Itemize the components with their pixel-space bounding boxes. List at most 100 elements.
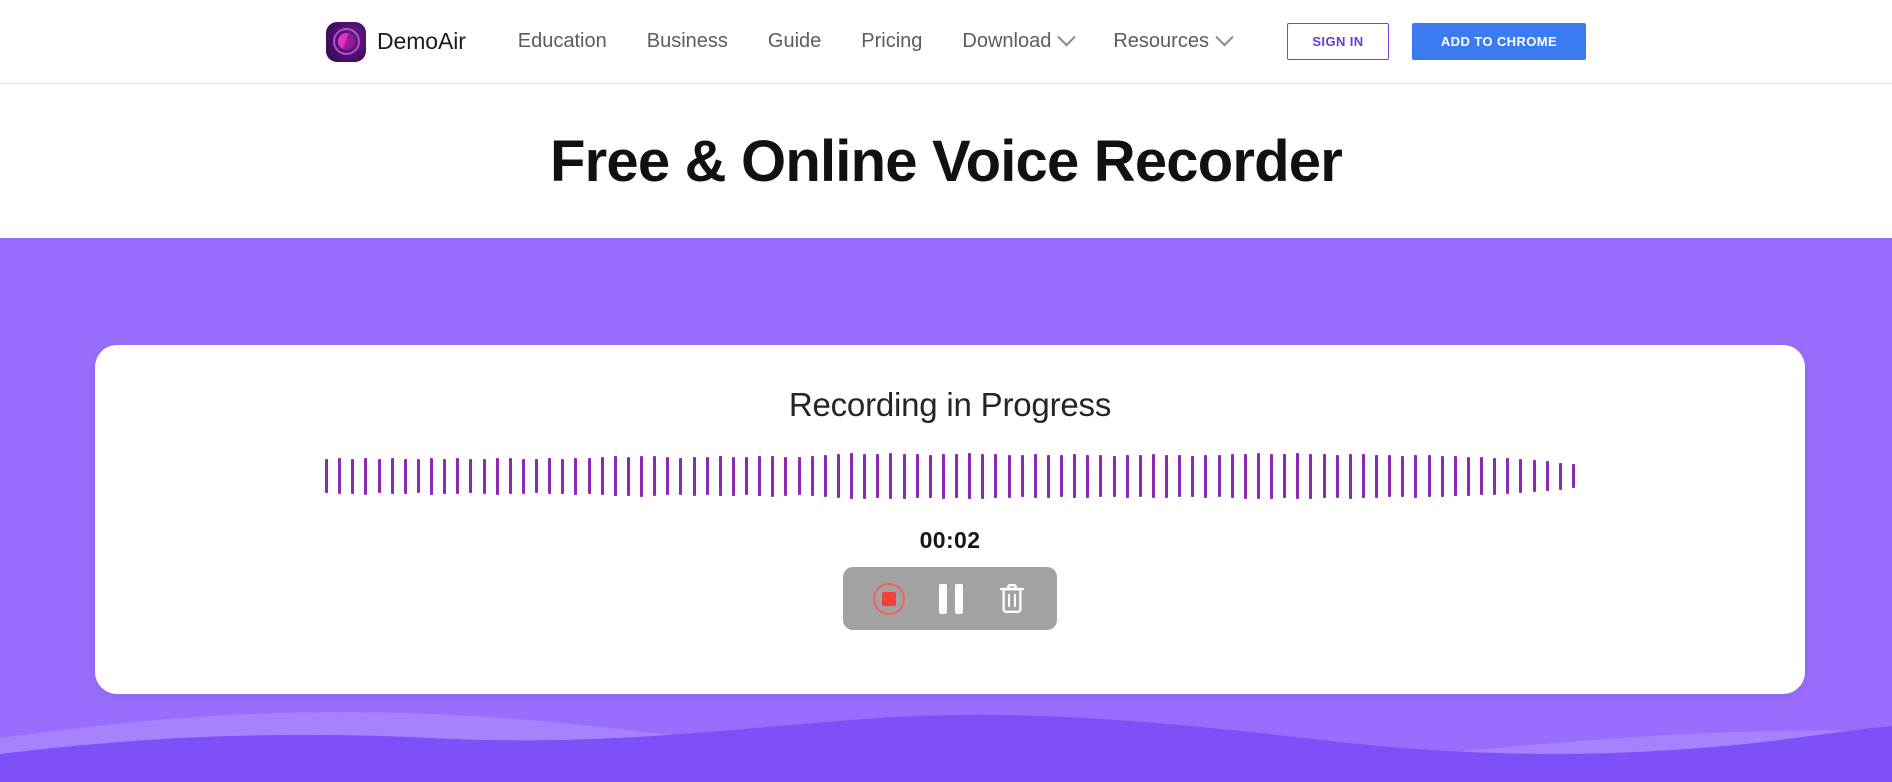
nav-label-guide: Guide (767, 30, 822, 52)
recorder-controls (843, 567, 1057, 630)
waveform-bar (941, 453, 945, 499)
waveform-bar (1440, 455, 1444, 497)
stop-icon (873, 582, 905, 615)
nav-label-download: Download (962, 30, 1052, 52)
waveform-bar (456, 458, 460, 494)
recording-status-text: Recording in Progress (788, 386, 1112, 423)
waveform-bar (1361, 454, 1365, 498)
waveform-bar (1348, 453, 1352, 499)
waveform-bar (403, 458, 407, 494)
waveform-bar (1178, 455, 1182, 497)
waveform-bar (1125, 454, 1129, 498)
waveform-bar (1151, 454, 1155, 498)
waveform-bar (1335, 454, 1339, 498)
header-actions: SIGN IN ADD TO CHROME (1286, 23, 1586, 60)
waveform-bar (928, 454, 932, 498)
waveform-bar (810, 456, 814, 496)
waveform-bar (1558, 462, 1562, 490)
nav-item-education[interactable]: Education (498, 30, 627, 53)
trash-icon (999, 583, 1025, 613)
waveform-bar (1466, 456, 1470, 496)
waveform-bar (902, 453, 906, 499)
recording-timer: 00:02 (919, 527, 981, 553)
waveform-bar (1073, 454, 1077, 498)
waveform-bar (1204, 454, 1208, 498)
waveform-bar (640, 455, 643, 497)
waveform-bar (1191, 455, 1195, 497)
audio-waveform-icon (325, 452, 1575, 500)
nav-label-pricing: Pricing (861, 30, 923, 52)
waveform-bar (915, 454, 919, 498)
waveform-bar (1296, 453, 1300, 499)
waveform-bar (1230, 454, 1234, 498)
page-title: Free & Online Voice Recorder (549, 128, 1343, 194)
sign-in-button[interactable]: SIGN IN (1286, 23, 1389, 60)
waveform-bar (1375, 454, 1378, 498)
nav-item-business[interactable]: Business (627, 30, 748, 53)
waveform-bar (482, 458, 486, 494)
waveform-bar (981, 453, 985, 499)
nav-item-guide[interactable]: Guide (748, 30, 841, 53)
waveform-bar (443, 458, 447, 494)
logo-dot (337, 33, 355, 50)
waveform-bar (1480, 457, 1483, 495)
waveform-bar (745, 457, 748, 495)
waveform-bar (574, 457, 578, 495)
waveform-bar (1099, 455, 1103, 497)
waveform-bar (416, 459, 420, 493)
waveform-bar (1243, 453, 1247, 499)
waveform-bar (613, 456, 617, 496)
waveform-bar (561, 458, 565, 494)
chevron-down-icon (1215, 28, 1234, 47)
waveform-bar (1414, 454, 1418, 498)
waveform-bar (430, 457, 433, 495)
waveform-bar (797, 457, 801, 495)
waveform-bar (731, 456, 735, 496)
add-to-chrome-button[interactable]: ADD TO CHROME (1411, 23, 1586, 60)
hero-section: Free & Online Voice Recorder (0, 84, 1892, 238)
waveform-bar (889, 453, 893, 499)
waveform-bar (1571, 464, 1575, 488)
waveform-bar (521, 458, 525, 494)
waveform-bar (1086, 454, 1090, 498)
header-inner: DemoAir Education Business Guide Pricing… (0, 0, 1892, 83)
brand-logo-link[interactable]: DemoAir (326, 21, 466, 62)
waveform-bar (876, 454, 880, 498)
recorder-card: Recording in Progress 00:02 (95, 345, 1805, 694)
waveform-bar (850, 453, 853, 499)
waveform-bar (1322, 454, 1326, 498)
waveform-bar (718, 456, 722, 496)
waveform-bar (1165, 454, 1168, 498)
stop-record-button[interactable] (873, 582, 905, 615)
waveform-bar (1033, 454, 1037, 498)
logo-ring (332, 28, 360, 55)
main-nav: Education Business Guide Pricing Downloa… (498, 28, 1251, 53)
waveform-bar (955, 454, 958, 498)
pause-record-button[interactable] (939, 583, 963, 614)
nav-label-education: Education (517, 30, 607, 52)
waveform-bar (377, 459, 381, 493)
demoair-logo-icon (326, 21, 366, 62)
waveform-bar (1545, 461, 1549, 491)
waveform-bar (863, 453, 867, 499)
brand-name: DemoAir (377, 28, 466, 54)
waveform-bar (1283, 454, 1287, 498)
waveform-bar (1493, 457, 1497, 495)
nav-label-resources: Resources (1113, 30, 1209, 52)
waveform-bar (1112, 455, 1116, 497)
waveform-bar (390, 458, 394, 494)
pause-bar-right (955, 583, 963, 614)
waveform-bar (508, 458, 512, 494)
delete-record-button[interactable] (997, 582, 1027, 615)
pause-icon (939, 583, 963, 614)
nav-item-resources[interactable]: Resources (1093, 28, 1251, 53)
waveform-bar (679, 457, 683, 495)
waveform-bar (1309, 453, 1313, 499)
waveform-bar (1060, 455, 1063, 497)
nav-item-pricing[interactable]: Pricing (841, 30, 942, 53)
waveform-bar (548, 458, 552, 494)
waveform-bar (692, 456, 696, 496)
waveform-bar (1519, 459, 1523, 493)
nav-item-download[interactable]: Download (942, 28, 1093, 53)
waveform-bar (535, 459, 538, 493)
